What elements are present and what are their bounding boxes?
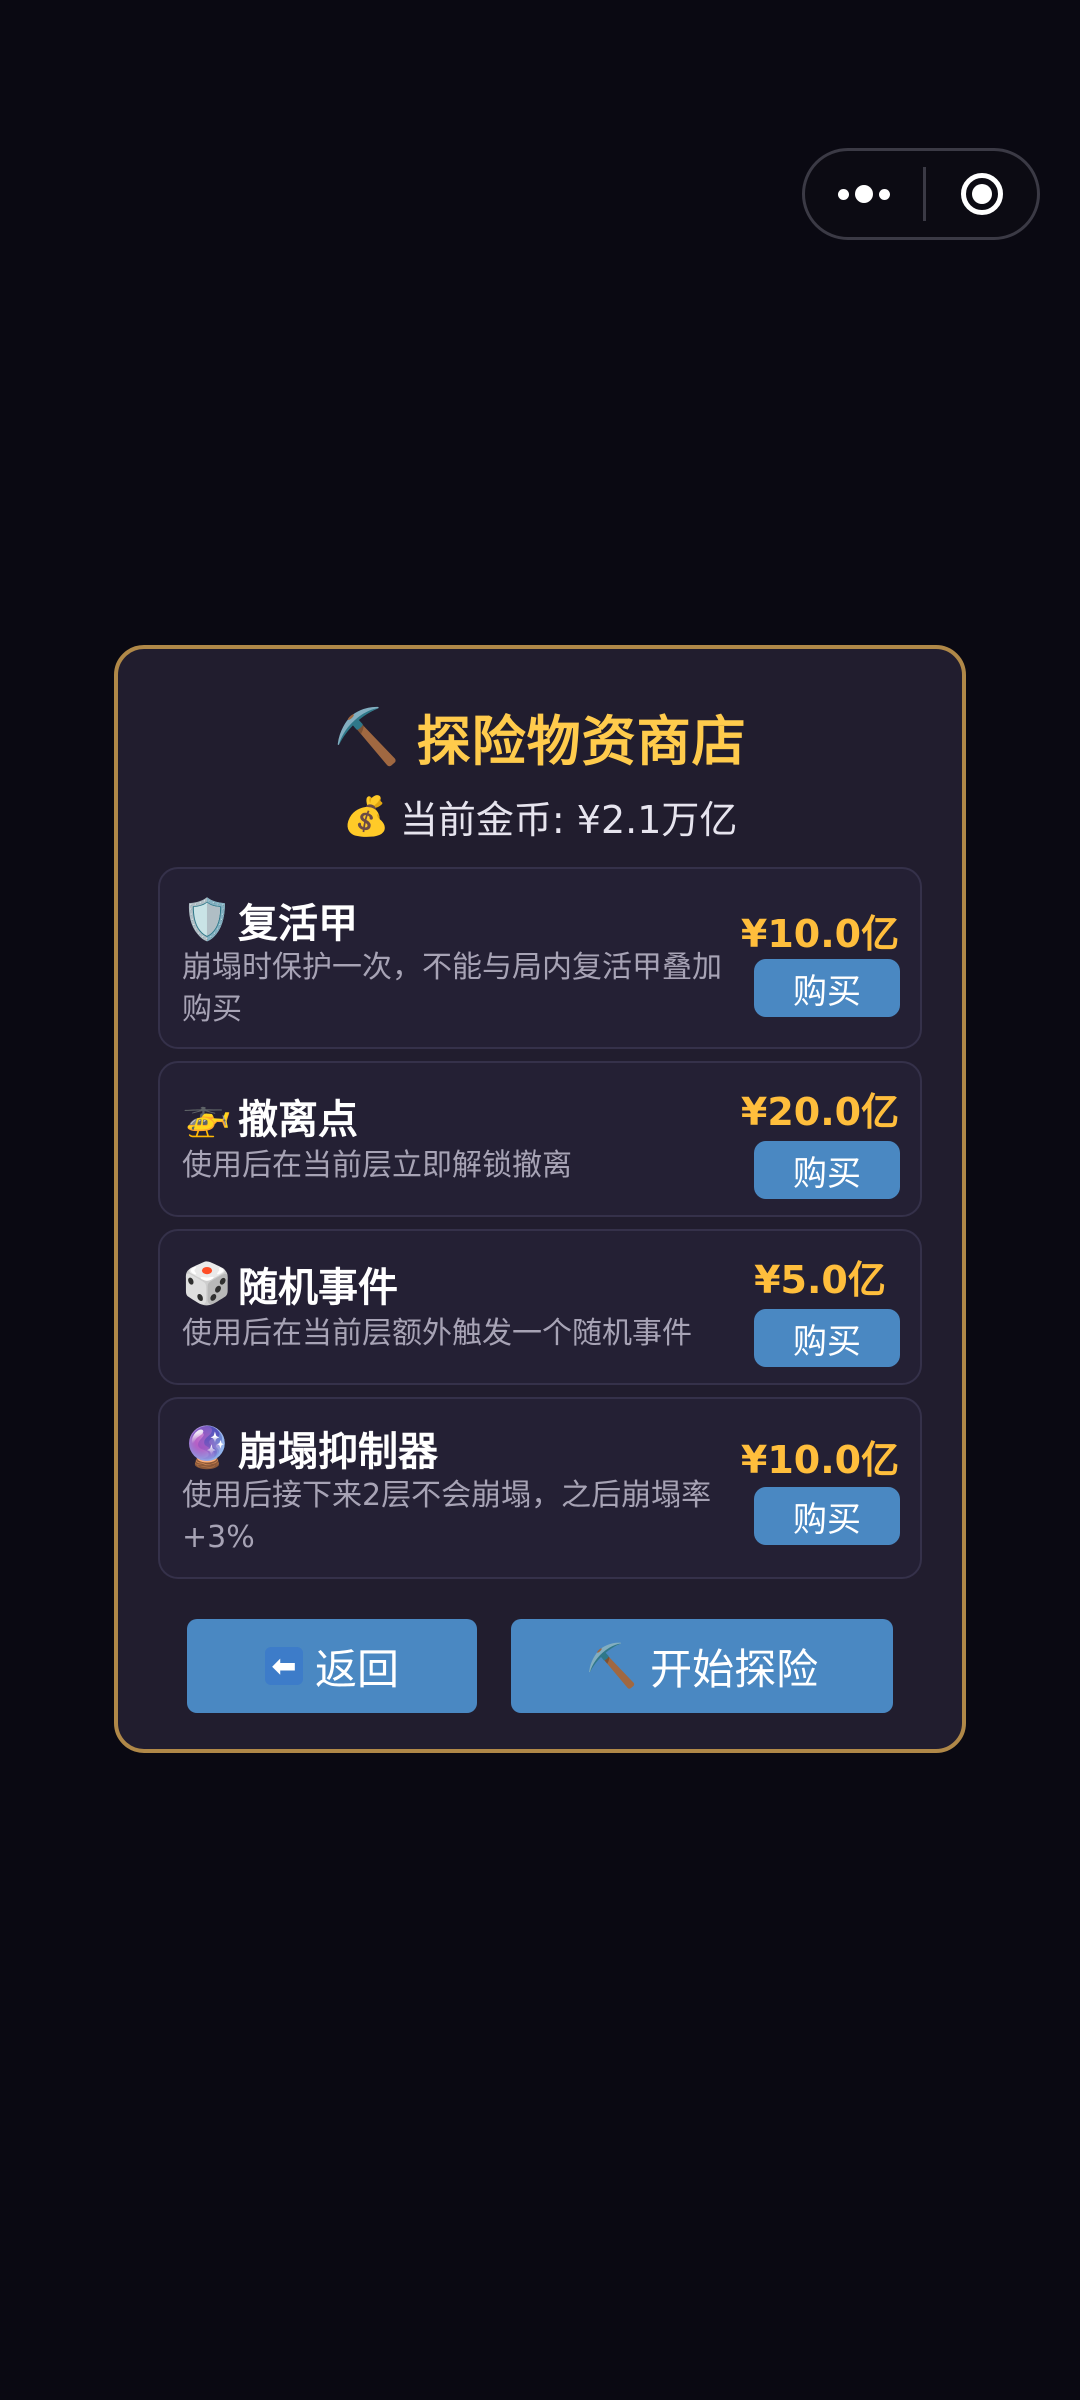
item-price: ¥20.0亿: [740, 1090, 900, 1134]
start-label: 开始探险: [650, 1644, 819, 1694]
back-label: 返回: [314, 1644, 399, 1694]
shop-item-revive-armor: 🛡️ 复活甲 崩塌时保护一次，不能与局内复活甲叠加购买 ¥10.0亿 购买: [158, 867, 922, 1049]
item-description: 使用后在当前层立即解锁撤离: [182, 1148, 572, 1183]
miniprogram-capsule: [802, 148, 1040, 240]
shop-title-row: ⛏️ 探险物资商店: [118, 697, 962, 776]
item-description: 使用后接下来2层不会崩塌，之后崩塌率+3%: [182, 1478, 712, 1555]
item-name: 复活甲: [238, 901, 358, 947]
item-name: 崩塌抑制器: [238, 1429, 438, 1475]
coin-balance: 💰 当前金币: ¥2.1万亿: [118, 789, 962, 844]
back-button[interactable]: ⬅ 返回: [187, 1619, 477, 1713]
item-name: 随机事件: [238, 1265, 398, 1311]
item-price: ¥5.0亿: [754, 1258, 886, 1302]
pickaxe-icon: ⛏️: [333, 704, 401, 768]
close-button[interactable]: [926, 151, 1037, 237]
item-list: 🛡️ 复活甲 崩塌时保护一次，不能与局内复活甲叠加购买 ¥10.0亿 购买 🚁 …: [158, 867, 922, 1591]
more-dots-icon: [838, 185, 890, 203]
item-price: ¥10.0亿: [740, 912, 900, 956]
pickaxe-icon: ⛏️: [585, 1641, 639, 1690]
shop-item-random-event: 🎲 随机事件 使用后在当前层额外触发一个随机事件 ¥5.0亿 购买: [158, 1229, 922, 1385]
dice-icon: 🎲: [182, 1261, 232, 1307]
buy-button[interactable]: 购买: [754, 1487, 900, 1545]
screen: ⛏️ 探险物资商店 💰 当前金币: ¥2.1万亿 🛡️ 复活甲 崩塌时保护一次，…: [0, 0, 1080, 2400]
crystal-ball-icon: 🔮: [182, 1425, 232, 1471]
more-button[interactable]: [805, 151, 923, 237]
shop-modal: ⛏️ 探险物资商店 💰 当前金币: ¥2.1万亿 🛡️ 复活甲 崩塌时保护一次，…: [114, 645, 966, 1753]
start-explore-button[interactable]: ⛏️ 开始探险: [511, 1619, 893, 1713]
item-description: 使用后在当前层额外触发一个随机事件: [182, 1316, 692, 1351]
buy-button[interactable]: 购买: [754, 1141, 900, 1199]
target-close-icon: [960, 173, 1003, 215]
footer-actions: ⬅ 返回 ⛏️ 开始探险: [118, 1619, 962, 1713]
shield-icon: 🛡️: [182, 897, 232, 943]
back-arrow-icon: ⬅: [264, 1647, 303, 1685]
helicopter-icon: 🚁: [182, 1093, 232, 1139]
coin-balance-text: 当前金币: ¥2.1万亿: [399, 798, 738, 842]
buy-button[interactable]: 购买: [754, 1309, 900, 1367]
item-name: 撤离点: [238, 1097, 358, 1143]
shop-item-collapse-suppressor: 🔮 崩塌抑制器 使用后接下来2层不会崩塌，之后崩塌率+3% ¥10.0亿 购买: [158, 1397, 922, 1579]
shop-item-evacuation-point: 🚁 撤离点 使用后在当前层立即解锁撤离 ¥20.0亿 购买: [158, 1061, 922, 1217]
buy-button[interactable]: 购买: [754, 959, 900, 1017]
item-price: ¥10.0亿: [740, 1438, 900, 1482]
item-description: 崩塌时保护一次，不能与局内复活甲叠加购买: [182, 950, 722, 1027]
money-bag-icon: 💰: [342, 794, 390, 838]
shop-title: 探险物资商店: [416, 710, 747, 773]
